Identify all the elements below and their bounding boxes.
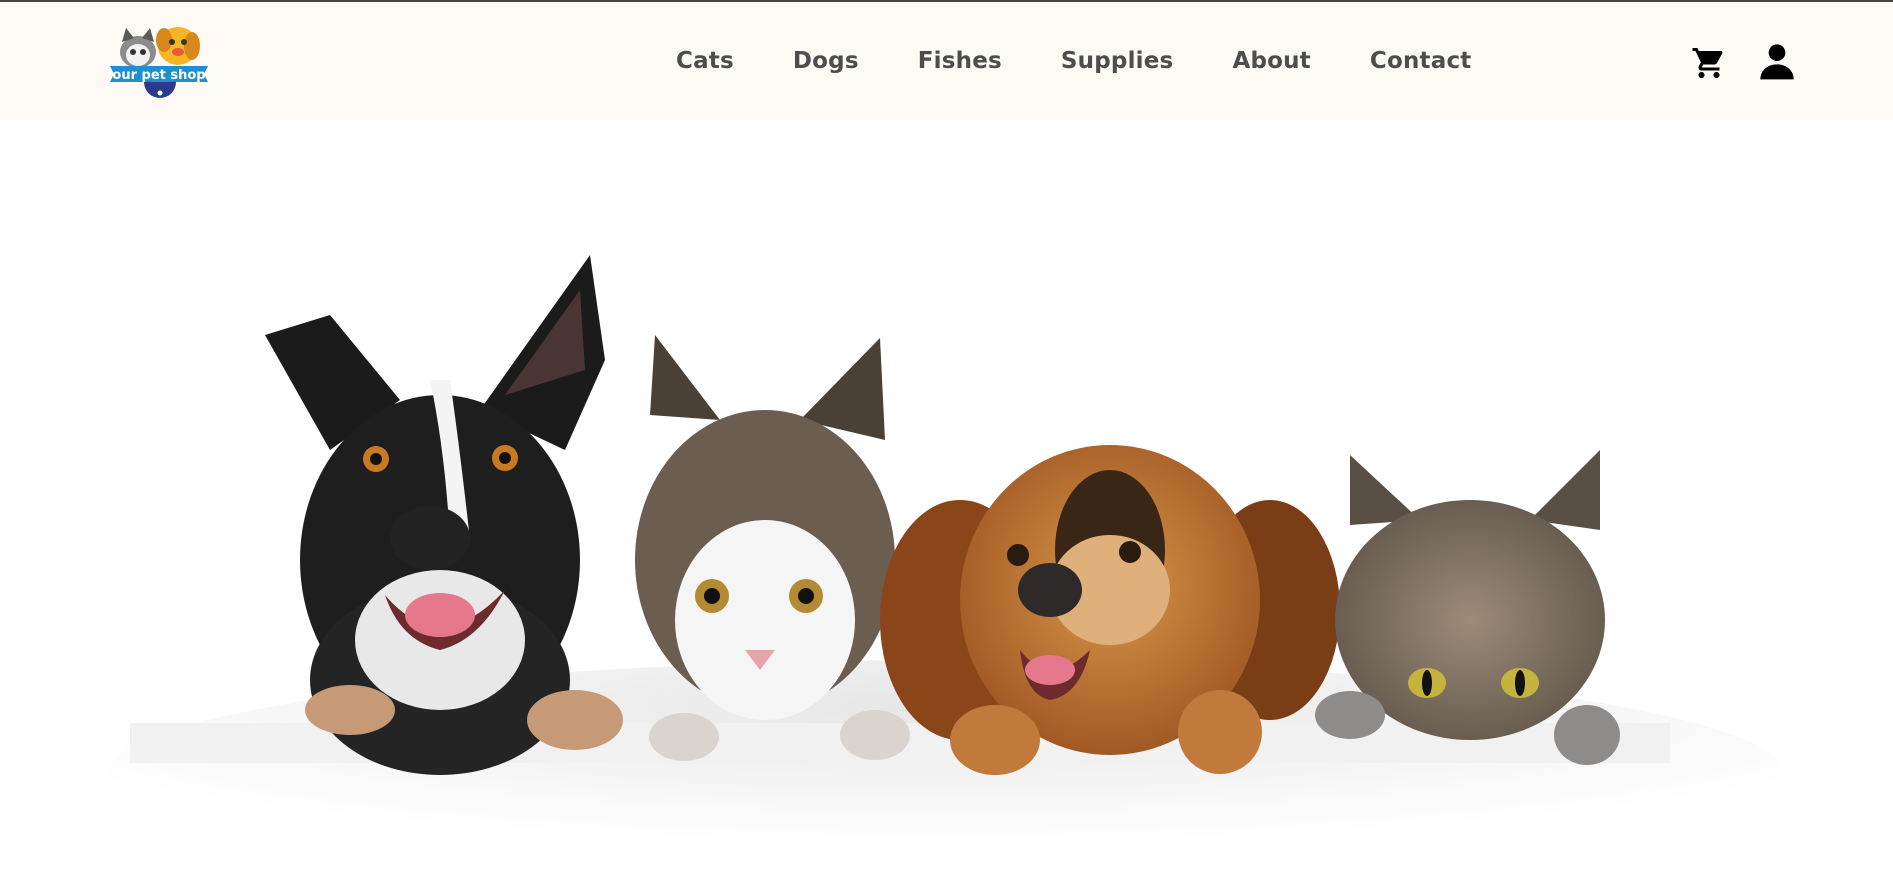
cart-icon[interactable] (1690, 45, 1728, 81)
logo-text: our pet shop (112, 68, 205, 83)
nav-link-supplies[interactable]: Supplies (1061, 48, 1174, 74)
nav-link-cats[interactable]: Cats (676, 48, 734, 74)
nav-link-dogs[interactable]: Dogs (793, 48, 859, 74)
black-white-dog (265, 255, 623, 775)
main-nav: Cats Dogs Fishes Supplies About Contact (676, 2, 1471, 120)
user-icon[interactable] (1757, 41, 1797, 81)
nav-link-fishes[interactable]: Fishes (918, 48, 1002, 74)
brand-logo[interactable]: our pet shop (108, 22, 210, 102)
hero-pets-image (106, 255, 1786, 890)
site-header: our pet shop Cats Dogs Fishes Supplies A… (0, 2, 1893, 120)
nav-link-about[interactable]: About (1232, 48, 1310, 74)
tabby-cat (1315, 450, 1620, 765)
nav-link-contact[interactable]: Contact (1370, 48, 1472, 74)
